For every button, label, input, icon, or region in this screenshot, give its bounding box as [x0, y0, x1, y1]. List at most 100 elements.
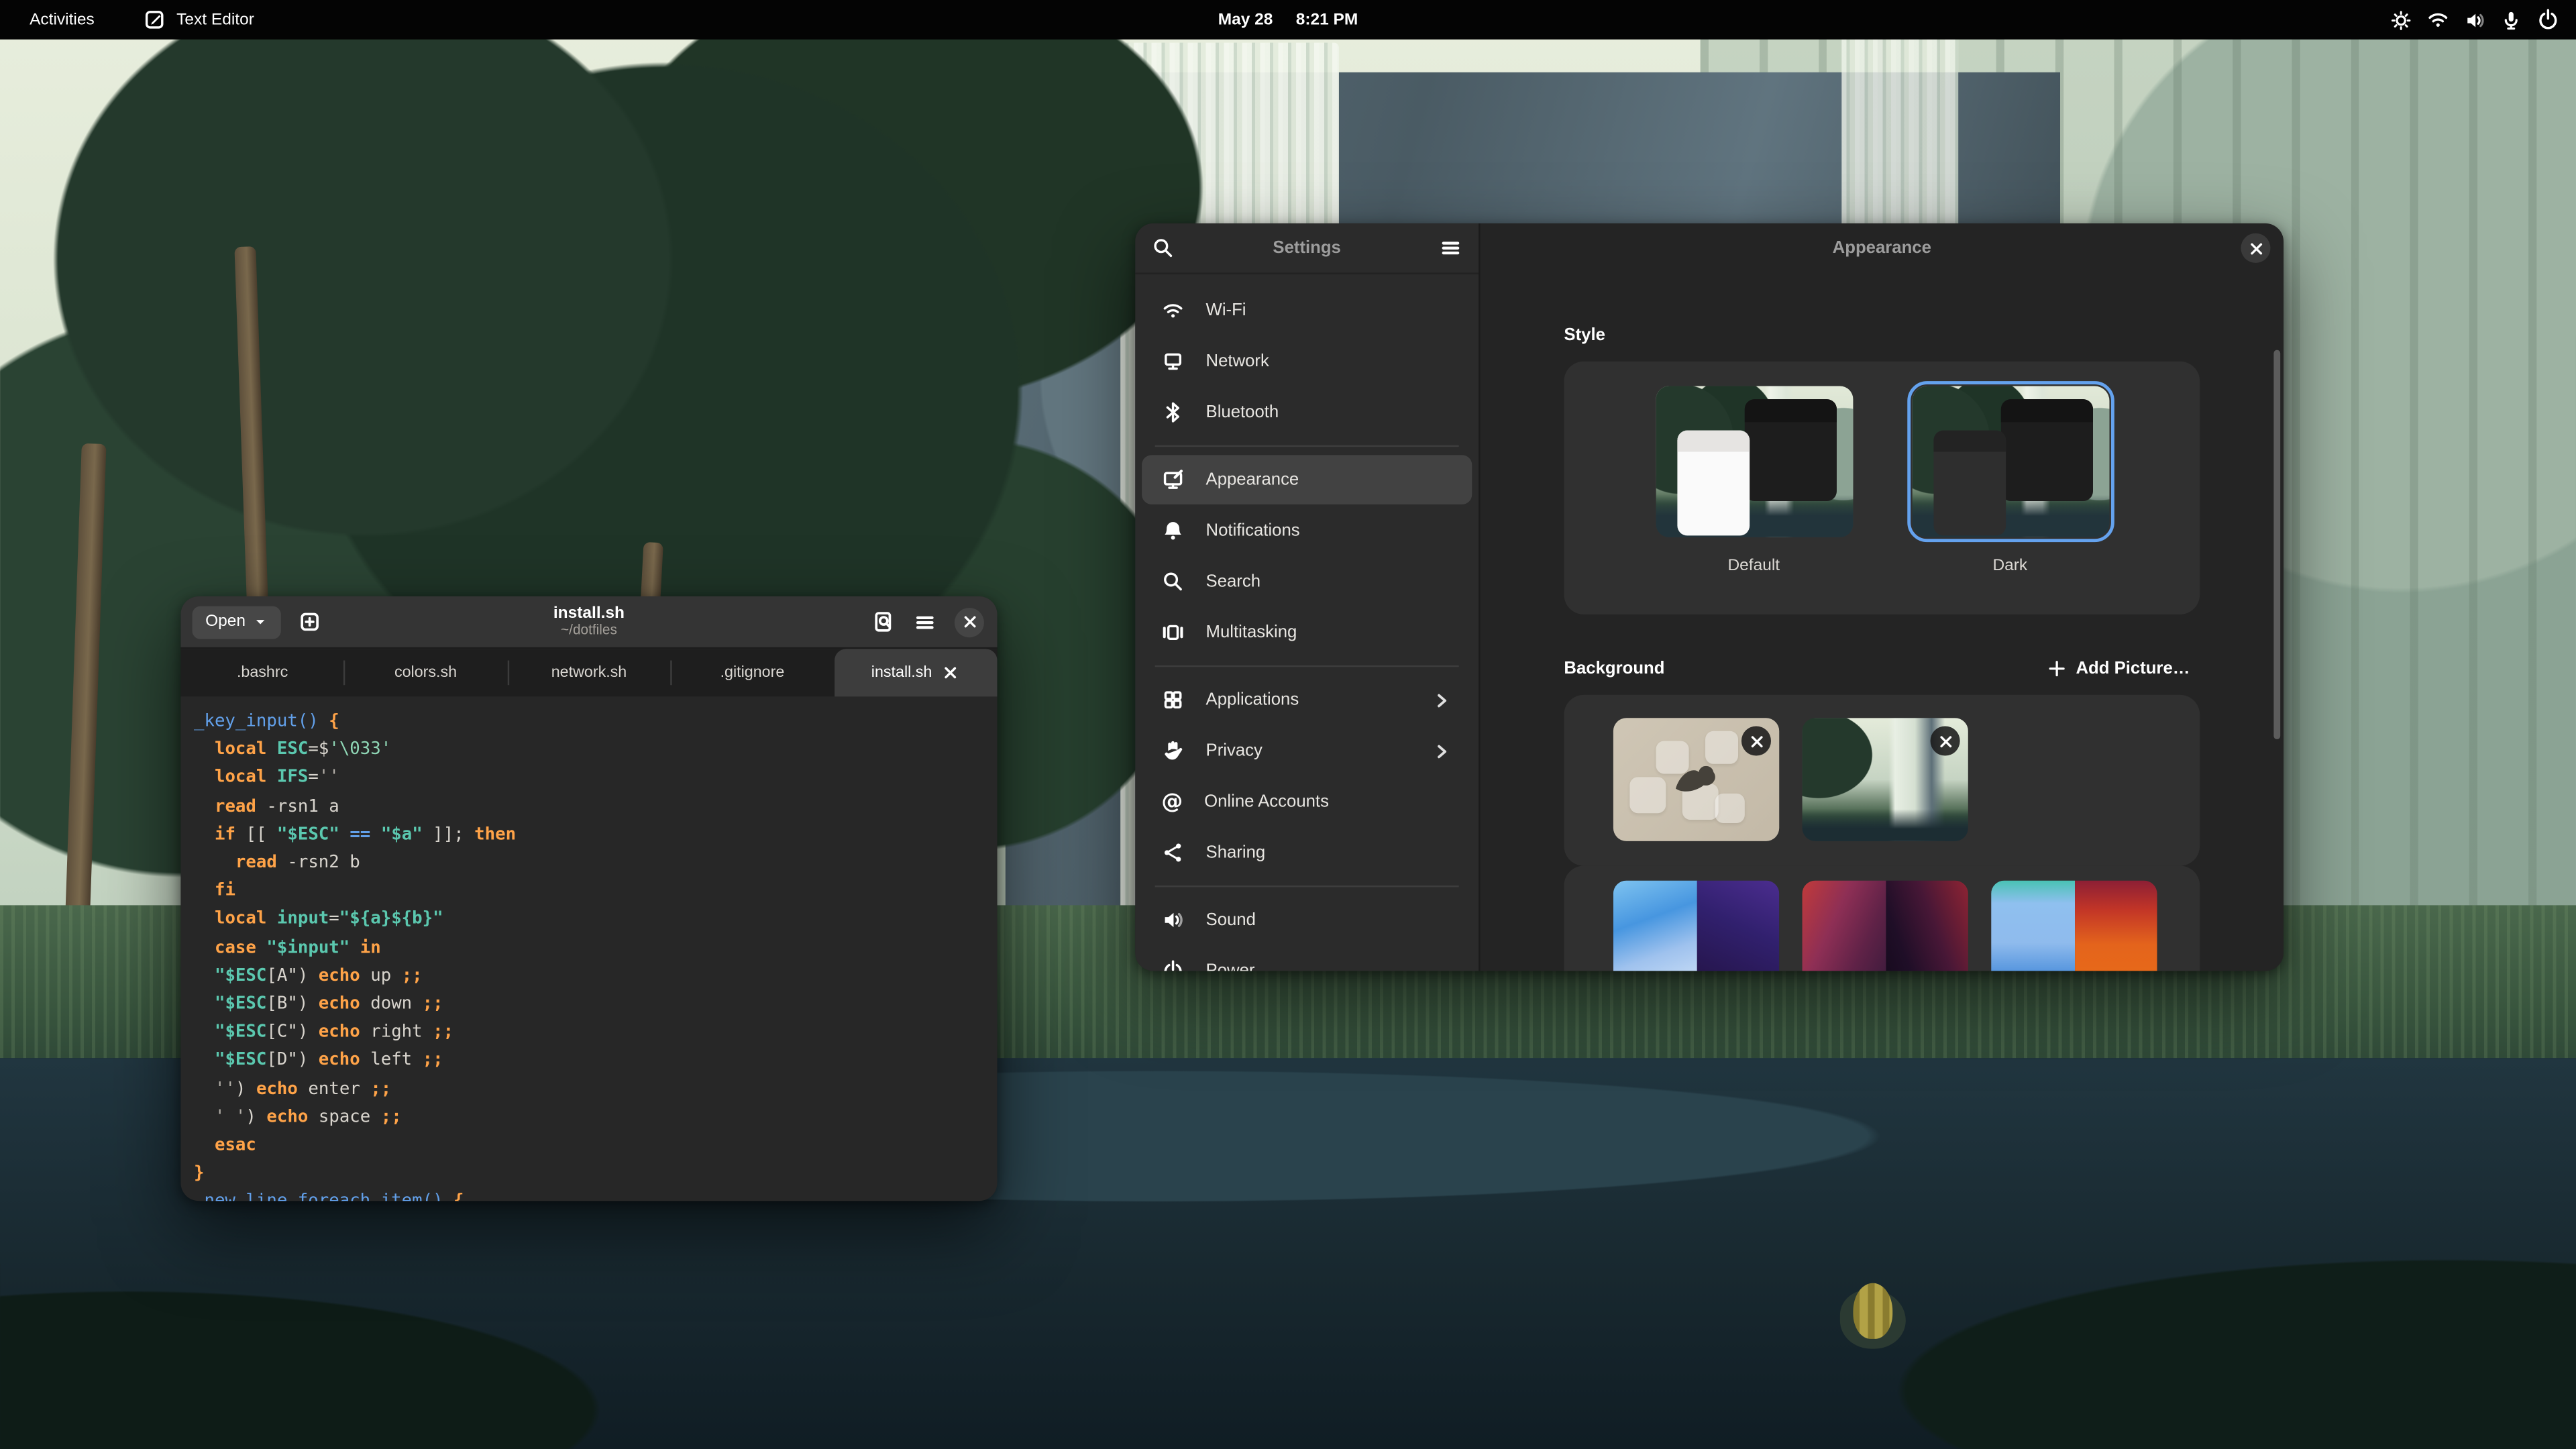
code-line: esac: [194, 1132, 998, 1160]
panel-scroll-area[interactable]: Style Default Dark Background Add Pictur…: [1481, 273, 2284, 971]
panel-title: Appearance: [1833, 238, 1931, 258]
power-icon: [2536, 8, 2559, 31]
appearance-panel: Appearance Style Default Dark Background: [1481, 223, 2284, 971]
sidebar-item-label: Sound: [1206, 910, 1256, 930]
tab-label: .gitignore: [720, 663, 785, 682]
appearance-icon: [1161, 468, 1184, 491]
editor-title-block: install.sh ~/dotfiles: [553, 605, 625, 639]
sidebar-item-label: Appearance: [1206, 470, 1299, 489]
focused-app-label: Text Editor: [176, 11, 254, 29]
share-icon: [1161, 841, 1184, 864]
editor-tab-bar[interactable]: .bashrc colors.sh network.sh .gitignore inst…: [180, 649, 997, 696]
document-search-button[interactable]: [871, 610, 896, 635]
editor-tab-colors.sh[interactable]: colors.sh: [344, 649, 507, 696]
code-line: _key_input() {: [194, 708, 998, 737]
microphone-icon: [2500, 9, 2522, 30]
activities-button[interactable]: Activities: [19, 7, 104, 32]
style-card: Default Dark: [1564, 362, 2200, 614]
remove-wallpaper-button[interactable]: [1931, 726, 1960, 755]
sidebar-item-label: Search: [1206, 572, 1261, 591]
multitasking-icon: [1161, 621, 1184, 644]
sidebar-item-list: Wi-Fi Network Bluetooth Appearance Notificat…: [1135, 274, 1479, 971]
sidebar-item-label: Sharing: [1206, 843, 1266, 862]
code-line: "$ESC[C") echo right ;;: [194, 1019, 998, 1047]
new-tab-button[interactable]: [298, 610, 323, 635]
style-option-default[interactable]: Default: [1655, 386, 1852, 576]
sidebar-divider: [1155, 885, 1459, 887]
sidebar-divider: [1155, 665, 1459, 667]
volume-icon: [2464, 9, 2485, 30]
search-button[interactable]: [1152, 237, 1175, 260]
desktop: Activities Text Editor May 28 8:21 PM Op…: [0, 0, 2576, 1449]
sidebar-item-label: Wi-Fi: [1206, 301, 1246, 320]
brightness-icon: [2390, 9, 2412, 30]
caret-down-icon: [254, 614, 268, 629]
editor-tab-.gitignore[interactable]: .gitignore: [671, 649, 834, 696]
code-line: if [[ "$ESC" == "$a" ]]; then: [194, 821, 998, 849]
editor-tab-network.sh[interactable]: network.sh: [507, 649, 670, 696]
sidebar-item-label: Privacy: [1206, 741, 1263, 760]
editor-tab-.bashrc[interactable]: .bashrc: [180, 649, 343, 696]
document-title: install.sh: [553, 605, 625, 623]
code-editor-area[interactable]: _key_input() { local ESC=$'\033' local I…: [180, 696, 997, 1201]
plus-icon: [2046, 659, 2065, 678]
sidebar-item-search[interactable]: Search: [1142, 557, 1472, 606]
wallpaper-thumbnail-blue-purple-geometric[interactable]: [1613, 881, 1779, 971]
sidebar-item-multitasking[interactable]: Multitasking: [1142, 608, 1472, 657]
code-line: local IFS='': [194, 765, 998, 793]
tab-close-icon[interactable]: [942, 663, 960, 682]
style-preview-dark: [1911, 386, 2108, 537]
sidebar-item-applications[interactable]: Applications: [1142, 676, 1472, 724]
tab-label: colors.sh: [394, 663, 457, 682]
wallpaper-thumbnail-blue-orange-drips[interactable]: [1991, 881, 2157, 971]
sidebar-title: Settings: [1135, 238, 1479, 258]
sidebar-item-label: Network: [1206, 352, 1269, 371]
settings-window: Settings Wi-Fi Network Bluetooth Appearance…: [1135, 223, 2284, 971]
document-path: ~/dotfiles: [553, 623, 625, 639]
style-option-label: Default: [1727, 557, 1780, 575]
code-line: "$ESC[A") echo up ;;: [194, 963, 998, 991]
sidebar-item-online-accounts[interactable]: @Online Accounts: [1142, 777, 1472, 826]
wallpaper-thumbnail-tiles[interactable]: [1613, 718, 1779, 841]
add-picture-button[interactable]: Add Picture…: [2037, 652, 2200, 685]
primary-menu-button[interactable]: [1439, 237, 1462, 260]
panel-scrollbar[interactable]: [2273, 350, 2280, 739]
window-close-button[interactable]: [955, 607, 984, 637]
style-heading: Style: [1564, 325, 1605, 345]
sidebar-item-privacy[interactable]: Privacy: [1142, 726, 1472, 775]
menu-button[interactable]: [914, 610, 936, 633]
sidebar-item-sharing[interactable]: Sharing: [1142, 828, 1472, 877]
sidebar-item-bluetooth[interactable]: Bluetooth: [1142, 388, 1472, 437]
text-editor-icon: [144, 8, 166, 31]
settings-close-button[interactable]: [2241, 233, 2270, 263]
clock-button[interactable]: May 28 8:21 PM: [1218, 11, 1358, 29]
editor-headerbar[interactable]: Open install.sh ~/dotfiles: [180, 596, 997, 649]
sidebar-item-appearance[interactable]: Appearance: [1142, 455, 1472, 504]
sidebar-item-sound[interactable]: Sound: [1142, 896, 1472, 945]
wallpaper-thumbnail-forest[interactable]: [1803, 718, 1968, 841]
dragon-logo-icon: [1669, 757, 1718, 797]
chevron-right-icon: [1431, 740, 1452, 761]
clock-time: 8:21 PM: [1296, 11, 1358, 29]
sidebar-item-notifications[interactable]: Notifications: [1142, 506, 1472, 555]
focused-app-menu[interactable]: Text Editor: [133, 5, 264, 34]
open-button[interactable]: Open: [193, 605, 282, 638]
sidebar-item-label: Bluetooth: [1206, 402, 1279, 422]
at-icon: @: [1161, 791, 1183, 812]
panel-headerbar: Appearance: [1481, 223, 2284, 272]
style-option-dark[interactable]: Dark: [1911, 386, 2108, 576]
sidebar-item-label: Notifications: [1206, 521, 1300, 540]
background-heading: Background: [1564, 659, 1664, 678]
editor-tab-install.sh[interactable]: install.sh: [834, 649, 997, 696]
remove-wallpaper-button[interactable]: [1741, 726, 1771, 755]
wallpaper-thumbnail-red-maroon-waves[interactable]: [1803, 881, 1968, 971]
system-tray[interactable]: [2390, 8, 2559, 31]
sidebar-item-wi-fi[interactable]: Wi-Fi: [1142, 286, 1472, 335]
code-line: read -rsn1 a: [194, 793, 998, 821]
top-bar: Activities Text Editor May 28 8:21 PM: [0, 0, 2576, 40]
style-preview-default: [1655, 386, 1852, 537]
sidebar-item-power[interactable]: Power: [1142, 947, 1472, 971]
sidebar-item-network[interactable]: Network: [1142, 337, 1472, 386]
bluetooth-icon: [1161, 401, 1184, 424]
code-line: "$ESC[D") echo left ;;: [194, 1047, 998, 1075]
